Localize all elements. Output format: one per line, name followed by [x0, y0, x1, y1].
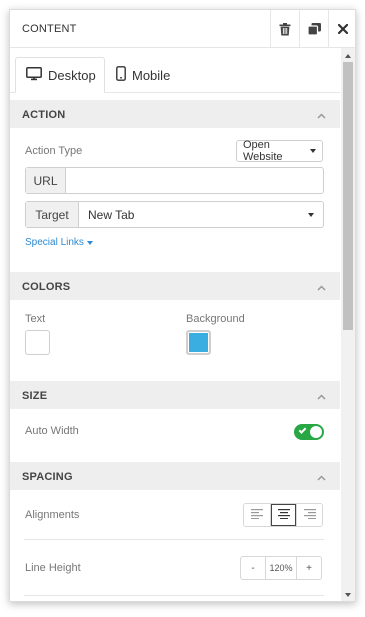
toggle-knob	[310, 426, 322, 438]
duplicate-icon	[307, 23, 321, 35]
action-type-label: Action Type	[25, 145, 83, 157]
caret-down-icon	[308, 213, 314, 217]
url-input-group: URL	[25, 167, 324, 194]
check-icon	[298, 426, 307, 434]
caret-down-icon	[86, 240, 93, 245]
delete-button[interactable]	[270, 10, 299, 48]
divider	[24, 595, 324, 596]
align-right-icon	[303, 506, 316, 524]
section-colors-title: COLORS	[22, 281, 71, 293]
desktop-icon	[26, 66, 42, 84]
alignments-label: Alignments	[25, 509, 80, 521]
tab-mobile[interactable]: Mobile	[106, 57, 178, 93]
section-colors-header[interactable]: COLORS	[10, 272, 340, 300]
panel-header: CONTENT	[10, 10, 355, 48]
special-links-dropdown[interactable]: Special Links	[25, 237, 93, 248]
duplicate-button[interactable]	[299, 10, 328, 48]
target-value: New Tab	[88, 207, 135, 222]
section-size-title: SIZE	[22, 390, 48, 402]
align-center-button[interactable]	[270, 504, 296, 526]
special-links-label: Special Links	[25, 237, 84, 248]
align-right-button[interactable]	[296, 504, 322, 526]
text-color-swatch[interactable]	[25, 330, 50, 355]
close-icon	[338, 24, 348, 34]
chevron-up-icon	[317, 282, 326, 294]
align-left-button[interactable]	[244, 504, 270, 526]
chevron-up-icon	[317, 472, 326, 484]
tab-desktop[interactable]: Desktop	[15, 57, 105, 93]
section-spacing-title: SPACING	[22, 471, 73, 483]
line-height-value[interactable]: 120%	[265, 557, 297, 579]
url-input[interactable]	[66, 168, 323, 193]
auto-width-toggle[interactable]	[294, 424, 324, 440]
tab-mobile-label: Mobile	[132, 67, 171, 83]
action-type-dropdown[interactable]: Open Website	[236, 139, 323, 163]
scroll-down-arrow-icon[interactable]	[345, 593, 351, 597]
panel-scrollbar[interactable]	[341, 48, 355, 601]
section-spacing-header[interactable]: SPACING	[10, 462, 340, 490]
section-action-title: ACTION	[22, 109, 66, 121]
background-color-swatch[interactable]	[186, 330, 211, 355]
mobile-icon	[116, 66, 126, 84]
align-left-icon	[251, 506, 263, 524]
line-height-stepper: - 120% +	[240, 556, 322, 580]
line-height-increase-button[interactable]: +	[297, 557, 321, 579]
url-addon: URL	[26, 168, 66, 193]
section-action-header[interactable]: ACTION	[10, 100, 340, 128]
close-button[interactable]	[328, 10, 355, 48]
target-select[interactable]: New Tab	[79, 202, 323, 227]
divider	[24, 539, 324, 540]
scroll-up-arrow-icon[interactable]	[345, 54, 351, 58]
alignment-buttons	[243, 503, 323, 527]
action-type-value: Open Website	[243, 139, 283, 163]
chevron-up-icon	[317, 391, 326, 403]
panel-title: CONTENT	[22, 23, 77, 35]
section-size-header[interactable]: SIZE	[10, 381, 340, 409]
trash-icon	[279, 22, 291, 36]
target-select-group: Target New Tab	[25, 201, 324, 228]
align-center-icon	[277, 506, 290, 524]
caret-down-icon	[310, 149, 316, 153]
text-color-label: Text	[25, 313, 46, 325]
line-height-label: Line Height	[25, 562, 81, 574]
line-height-decrease-button[interactable]: -	[241, 557, 265, 579]
auto-width-label: Auto Width	[25, 425, 79, 437]
device-tabs: Desktop Mobile	[10, 48, 340, 93]
panel-body: Desktop Mobile ACTION Action Type Open W…	[10, 48, 340, 601]
background-color-label: Background	[186, 313, 245, 325]
target-addon: Target	[26, 202, 79, 227]
tab-desktop-label: Desktop	[48, 67, 96, 83]
scrollbar-thumb[interactable]	[343, 62, 353, 330]
content-panel: CONTENT Desktop Mobile ACTION Action Typ…	[9, 9, 356, 602]
chevron-up-icon	[317, 110, 326, 122]
